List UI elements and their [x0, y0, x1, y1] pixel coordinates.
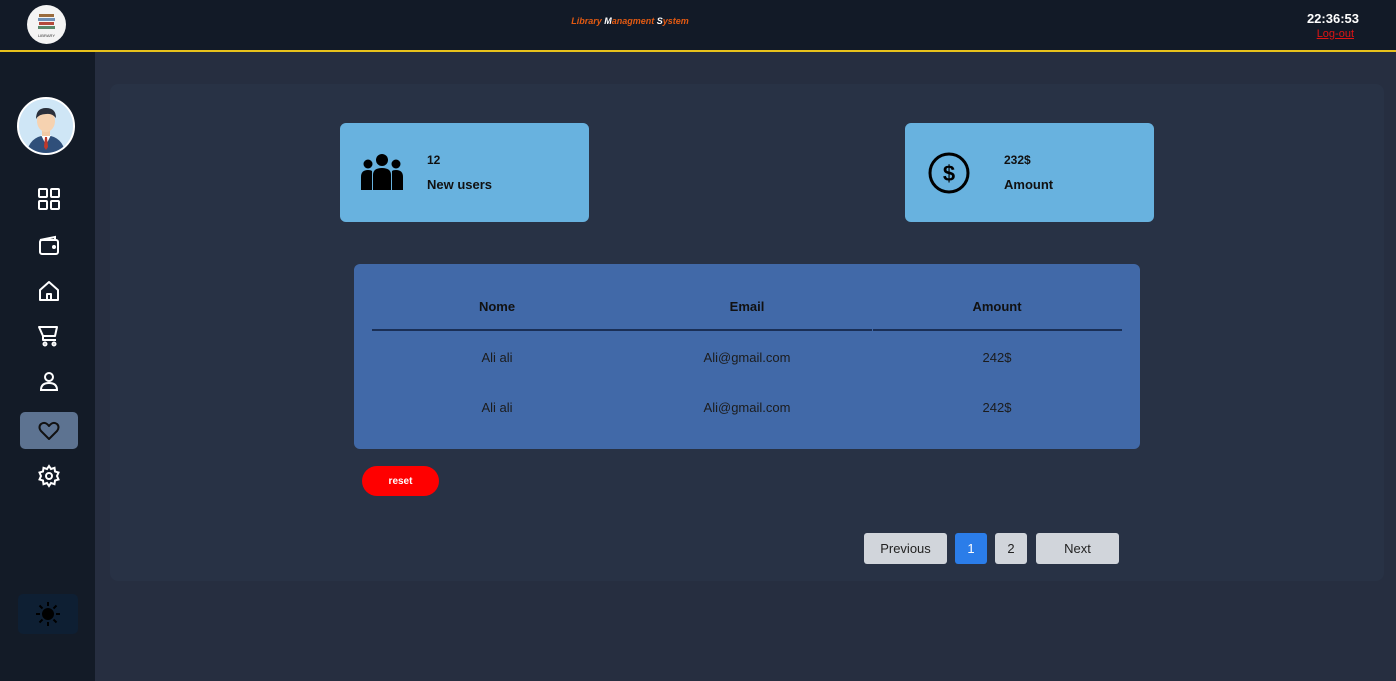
table-cell-email: Ali@gmail.com — [703, 350, 791, 365]
amount-card: $ 232$ Amount — [905, 123, 1154, 222]
table-cell-amount: 242$ — [982, 350, 1012, 365]
sidebar-item-user[interactable] — [20, 362, 78, 399]
new-users-label: New users — [427, 177, 493, 192]
svg-text:$: $ — [943, 161, 955, 186]
app-title-part: anagment — [611, 16, 657, 26]
sidebar-item-settings[interactable] — [20, 457, 78, 494]
sidebar-item-dashboard[interactable] — [20, 180, 78, 217]
sidebar-item-favorites[interactable] — [20, 412, 78, 449]
amount-value: 232$ — [1004, 153, 1031, 167]
home-icon — [39, 280, 59, 301]
theme-toggle[interactable] — [18, 594, 78, 634]
sidebar-item-home[interactable] — [20, 272, 78, 309]
table-cell-amount: 242$ — [982, 400, 1012, 415]
heart-icon — [38, 421, 60, 440]
sun-icon — [36, 602, 60, 626]
user-icon — [39, 371, 59, 391]
users-icon — [360, 153, 404, 196]
users-table: Nome Email Amount Ali ali Ali@gmail.com … — [354, 264, 1140, 449]
cart-icon — [38, 325, 58, 346]
table-cell-name: Ali ali — [481, 400, 513, 415]
avatar[interactable] — [17, 97, 75, 155]
grid-icon — [38, 187, 60, 210]
column-header-email: Email — [729, 299, 765, 314]
app-title-part: M — [604, 16, 612, 26]
page-button-2[interactable]: 2 — [995, 533, 1027, 564]
dollar-circle-icon: $ — [927, 152, 971, 201]
top-bar: LIBRARY Library Managment System 22:36:5… — [0, 0, 1396, 52]
wallet-icon — [39, 235, 59, 255]
table-cell-name: Ali ali — [481, 350, 513, 365]
clock: 22:36:53 — [1306, 11, 1359, 26]
logo-text: LIBRARY — [38, 33, 55, 38]
new-users-value: 12 — [427, 153, 441, 167]
gear-icon — [38, 463, 60, 488]
sidebar-item-cart[interactable] — [20, 317, 78, 354]
page-button-1[interactable]: 1 — [955, 533, 987, 564]
column-header-amount: Amount — [972, 299, 1022, 314]
column-header-name: Nome — [478, 299, 516, 314]
header-divider — [372, 329, 872, 331]
app-title-part: ystem — [662, 16, 689, 26]
sidebar — [0, 52, 95, 681]
new-users-card: 12 New users — [340, 123, 589, 222]
logout-link[interactable]: Log-out — [1317, 28, 1354, 40]
app-title-part: Library — [571, 16, 605, 26]
sidebar-item-wallet[interactable] — [20, 227, 78, 264]
app-title: Library Managment System — [0, 16, 1260, 26]
header-divider — [873, 329, 1122, 331]
reset-button[interactable]: reset — [362, 466, 439, 496]
previous-page-button[interactable]: Previous — [864, 533, 947, 564]
table-cell-email: Ali@gmail.com — [703, 400, 791, 415]
amount-label: Amount — [1004, 177, 1054, 192]
next-page-button[interactable]: Next — [1036, 533, 1119, 564]
